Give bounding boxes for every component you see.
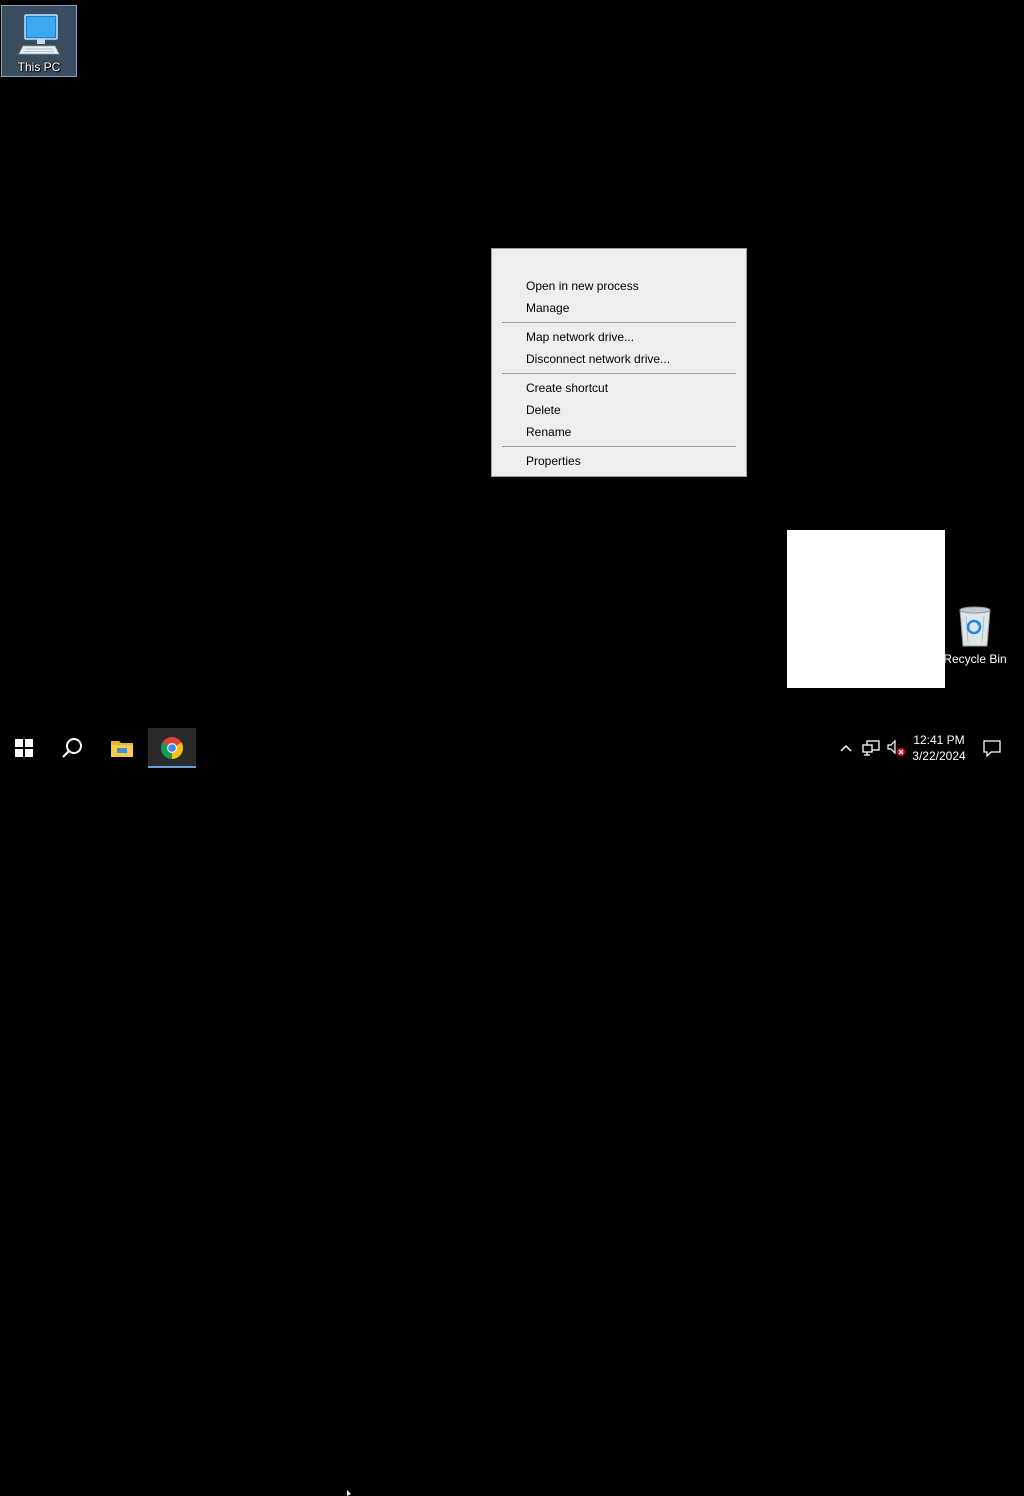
network-tray-button[interactable] (859, 728, 883, 768)
start-button[interactable] (0, 728, 48, 768)
action-center-button[interactable] (976, 728, 1008, 768)
taskbar-clock[interactable]: 12:41 PM 3/22/2024 (906, 732, 972, 766)
menu-separator (502, 322, 736, 323)
network-icon (862, 740, 880, 756)
blank-white-panel (787, 530, 945, 688)
menu-item-properties[interactable]: Properties (492, 450, 746, 472)
menu-item-open-new-process[interactable]: Open in new process (492, 275, 746, 297)
windows-start-icon (15, 739, 33, 757)
menu-item-disconnect-network-drive[interactable]: Disconnect network drive... (492, 348, 746, 370)
menu-separator (502, 446, 736, 447)
chrome-icon (161, 737, 183, 759)
show-hidden-icons-button[interactable] (834, 728, 858, 768)
desktop-icon-recycle-bin[interactable]: Recycle Bin (937, 598, 1013, 670)
this-pc-icon (18, 14, 60, 55)
file-explorer-button[interactable] (98, 728, 146, 768)
search-button[interactable] (48, 728, 96, 768)
menu-separator (502, 373, 736, 374)
context-menu: Open in new process Manage Map network d… (491, 248, 747, 477)
volume-muted-icon (887, 739, 905, 756)
menu-item-rename[interactable]: Rename (492, 421, 746, 443)
clock-date: 3/22/2024 (912, 749, 966, 763)
menu-item-manage[interactable]: Manage (492, 297, 746, 319)
chrome-taskbar-button[interactable] (148, 728, 196, 768)
file-explorer-icon (111, 741, 133, 757)
clock-time: 12:41 PM (913, 733, 965, 747)
menu-item-delete[interactable]: Delete (492, 399, 746, 421)
taskbar: 12:41 PM 3/22/2024 (0, 728, 1024, 1496)
desktop[interactable]: This PC Recycle Bin Open in new process … (0, 0, 1024, 728)
desktop-icon-this-pc[interactable]: This PC (1, 5, 77, 77)
volume-tray-button[interactable] (884, 728, 908, 768)
menu-item-map-network-drive[interactable]: Map network drive... (492, 326, 746, 348)
menu-item-create-shortcut[interactable]: Create shortcut (492, 377, 746, 399)
desktop-icon-label: Recycle Bin (943, 652, 1007, 666)
recycle-bin-icon (959, 606, 991, 647)
action-center-icon (983, 740, 1001, 757)
mouse-cursor-icon (347, 1490, 351, 1496)
desktop-icon-label: This PC (17, 60, 61, 74)
chevron-up-icon (840, 744, 852, 752)
search-icon (62, 738, 82, 758)
